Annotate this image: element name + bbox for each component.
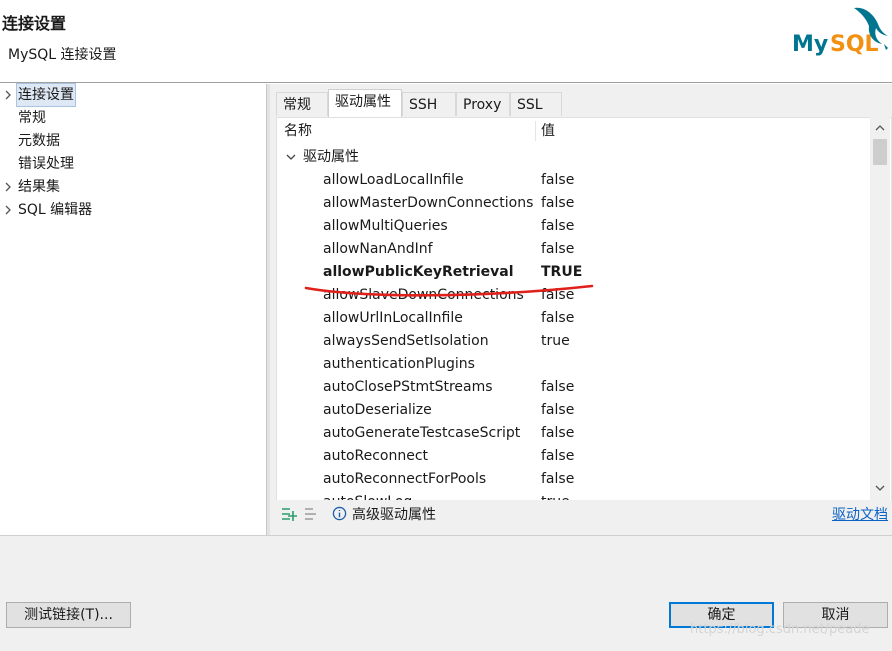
dialog-header: 连接设置 MySQL 连接设置 My SQL bbox=[0, 0, 892, 82]
property-name: alwaysSendSetIsolation bbox=[323, 333, 489, 349]
info-icon bbox=[332, 506, 347, 521]
chevron-right-icon[interactable] bbox=[2, 176, 14, 198]
property-row[interactable]: allowMultiQueries false bbox=[277, 215, 871, 238]
property-name: allowMasterDownConnections bbox=[323, 195, 534, 211]
nav-item-metadata[interactable]: 元数据 bbox=[0, 130, 266, 152]
nav-item-label: 错误处理 bbox=[18, 156, 74, 172]
property-name: autoReconnect bbox=[323, 448, 429, 464]
property-row[interactable]: allowPublicKeyRetrieval TRUE bbox=[277, 261, 871, 284]
nav-item-connection-settings[interactable]: 连接设置 bbox=[0, 83, 266, 107]
nav-item-label: 连接设置 bbox=[16, 83, 76, 107]
property-value[interactable]: true bbox=[541, 330, 570, 353]
property-row[interactable]: allowNanAndInf false bbox=[277, 238, 871, 261]
dialog-title: 连接设置 bbox=[2, 14, 67, 33]
property-row[interactable]: alwaysSendSetIsolation true bbox=[277, 330, 871, 353]
scroll-up-icon[interactable] bbox=[874, 123, 886, 133]
nav-item-label: 元数据 bbox=[18, 133, 60, 149]
tab-driver-properties[interactable]: 驱动属性 bbox=[328, 89, 402, 117]
advanced-driver-properties-label: 高级驱动属性 bbox=[352, 507, 436, 523]
chevron-down-icon[interactable] bbox=[285, 151, 297, 163]
nav-item-label: 常规 bbox=[18, 110, 46, 126]
property-value[interactable]: false bbox=[541, 307, 574, 330]
property-row[interactable]: allowMasterDownConnections false bbox=[277, 192, 871, 215]
chevron-right-icon[interactable] bbox=[2, 84, 14, 106]
property-name: authenticationPlugins bbox=[323, 356, 475, 372]
properties-scrollbar[interactable] bbox=[870, 117, 890, 500]
driver-docs-link[interactable]: 驱动文档 bbox=[832, 504, 888, 524]
header-separator bbox=[0, 82, 892, 83]
property-name: autoClosePStmtStreams bbox=[323, 379, 493, 395]
property-name: allowNanAndInf bbox=[323, 241, 433, 257]
column-header-name[interactable]: 名称 bbox=[284, 118, 312, 144]
property-value[interactable]: TRUE bbox=[541, 261, 582, 284]
column-divider[interactable] bbox=[535, 121, 536, 141]
nav-item-sql-editor[interactable]: SQL 编辑器 bbox=[0, 199, 266, 221]
tab-general[interactable]: 常规 bbox=[276, 92, 328, 116]
property-value[interactable]: false bbox=[541, 399, 574, 422]
property-name: autoReconnectForPools bbox=[323, 471, 487, 487]
nav-item-label: 结果集 bbox=[18, 179, 60, 195]
nav-item-error-handling[interactable]: 错误处理 bbox=[0, 153, 266, 175]
property-row[interactable]: allowUrlInLocalInfile false bbox=[277, 307, 871, 330]
property-row[interactable]: authenticationPlugins bbox=[277, 353, 871, 376]
property-name: allowLoadLocalInfile bbox=[323, 172, 464, 188]
property-value[interactable]: false bbox=[541, 422, 574, 445]
property-name: allowUrlInLocalInfile bbox=[323, 310, 463, 326]
property-name: allowMultiQueries bbox=[323, 218, 448, 234]
property-row[interactable]: autoReconnect false bbox=[277, 445, 871, 468]
remove-property-icon[interactable] bbox=[304, 506, 320, 522]
watermark: https://blog.csdn.net/peade bbox=[690, 622, 870, 637]
property-value[interactable]: false bbox=[541, 445, 574, 468]
property-name: allowPublicKeyRetrieval bbox=[323, 264, 514, 280]
property-value[interactable]: false bbox=[541, 376, 574, 399]
scrollbar-thumb[interactable] bbox=[873, 139, 887, 165]
settings-nav: 连接设置 常规 元数据 错误处理 结果集 SQL 编辑器 bbox=[0, 83, 266, 535]
tab-proxy[interactable]: Proxy bbox=[456, 92, 510, 116]
property-row[interactable]: autoDeserialize false bbox=[277, 399, 871, 422]
properties-footer: 高级驱动属性 驱动文档 bbox=[270, 500, 892, 535]
property-group-label: 驱动属性 bbox=[303, 149, 359, 165]
property-value[interactable]: false bbox=[541, 238, 574, 261]
scroll-down-icon[interactable] bbox=[874, 483, 886, 493]
tab-ssl[interactable]: SSL bbox=[510, 92, 562, 116]
nav-item-general[interactable]: 常规 bbox=[0, 107, 266, 129]
property-row[interactable]: allowLoadLocalInfile false bbox=[277, 169, 871, 192]
tab-ssh[interactable]: SSH bbox=[402, 92, 456, 116]
property-value[interactable]: false bbox=[541, 169, 574, 192]
property-name: autoDeserialize bbox=[323, 402, 432, 418]
test-connection-button[interactable]: 测试链接(T)... bbox=[6, 602, 131, 628]
dialog-subtitle: MySQL 连接设置 bbox=[8, 47, 117, 63]
nav-item-label: SQL 编辑器 bbox=[18, 202, 93, 218]
svg-text:My: My bbox=[792, 32, 828, 57]
column-header-value[interactable]: 值 bbox=[541, 118, 555, 144]
property-value[interactable]: false bbox=[541, 192, 574, 215]
nav-item-result-sets[interactable]: 结果集 bbox=[0, 176, 266, 198]
property-value[interactable]: false bbox=[541, 468, 574, 491]
red-underline-annotation bbox=[304, 284, 594, 297]
chevron-right-icon[interactable] bbox=[2, 199, 14, 221]
add-property-icon[interactable] bbox=[281, 506, 297, 522]
property-value[interactable]: false bbox=[541, 215, 574, 238]
driver-properties-table: 名称 值 驱动属性 allowLoadLocalInfile false allow… bbox=[276, 117, 892, 502]
property-row[interactable]: autoReconnectForPools false bbox=[277, 468, 871, 491]
property-name: autoGenerateTestcaseScript bbox=[323, 425, 521, 441]
mysql-logo: My SQL bbox=[792, 7, 888, 57]
property-row[interactable]: autoGenerateTestcaseScript false bbox=[277, 422, 871, 445]
property-row[interactable]: autoClosePStmtStreams false bbox=[277, 376, 871, 399]
